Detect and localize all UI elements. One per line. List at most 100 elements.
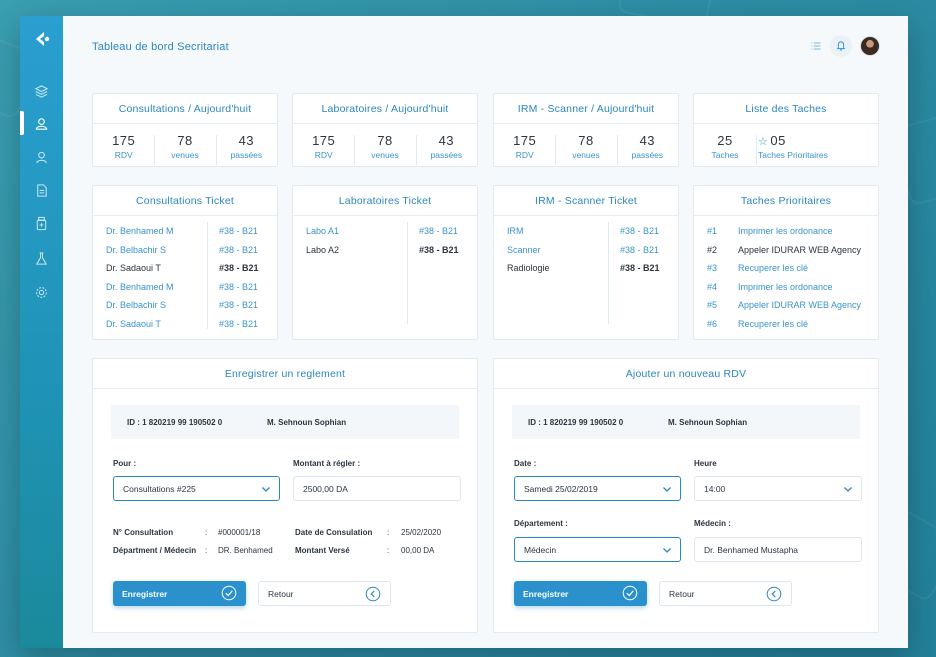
date-consultation-value: 25/02/2020 [401,528,442,537]
dept-label: Départment / Médecin [113,546,197,555]
card-title: Laboratoires / Aujourd'huit [293,94,477,124]
task-row[interactable]: #4 Imprimer les ordonance [694,278,878,297]
main-content: Tableau de bord Secritariat Consultation… [63,16,908,648]
ticket-row[interactable]: Radiologie #38 - B21 [494,259,678,278]
stat-passees: 43 passées [616,133,678,165]
summary-card-laboratoires: Laboratoires / Aujourd'huit 175 RDV 78 ven… [292,93,478,167]
dept-value: DR. Benhamed [218,546,273,555]
stat-passees: 43 passées [215,133,277,165]
heure-select[interactable]: 14:00 [694,476,862,501]
ticket-row[interactable]: Labo A2 #38 - B21 [293,241,477,260]
departement-select[interactable]: Médecin [514,537,681,562]
ticket-row[interactable]: Dr. Sadaoui T #38 - B21 [93,315,277,334]
card-title: IRM - Scanner Ticket [494,186,678,216]
logo-icon[interactable] [30,28,52,50]
document-icon[interactable] [20,177,63,203]
card-title: Consultations / Aujourd'huit [93,94,277,124]
card-title: Laboratoires Ticket [293,186,477,216]
stat-taches: 25 Taches [711,132,739,160]
consultations-ticket-card: Consultations Ticket Dr. Benhamed M #38 -… [92,185,278,340]
task-row[interactable]: #5 Appeler IDURAR WEB Agency [694,296,878,315]
consultation-no-label: N° Consultation [113,528,174,537]
montant-verse-label: Montant Versé [295,546,350,555]
patient-id: ID : 1 820219 99 190502 0 [127,417,223,427]
ticket-row[interactable]: IRM #38 - B21 [494,222,678,241]
user-icon[interactable] [20,144,63,170]
colon: : [387,528,390,537]
sidebar-item-users[interactable] [20,110,63,136]
patient-id: ID : 1 820219 99 190502 0 [528,417,624,427]
stat-passees: 43 passées [415,133,477,165]
list-icon[interactable] [808,38,824,54]
page-title: Tableau de bord Secritariat [92,41,229,53]
flask-icon[interactable] [20,245,63,271]
gear-icon[interactable] [20,279,63,305]
irm-scanner-ticket-card: IRM - Scanner Ticket IRM #38 - B21 Scanne… [493,185,679,340]
ticket-row[interactable]: Dr. Benhamed M #38 - B21 [93,278,277,297]
date-select[interactable]: Samedi 25/02/2019 [514,476,681,501]
task-row[interactable]: #1 Imprimer les ordonance [694,222,878,241]
stat-venues: 78 venues [354,133,415,165]
card-title: Consultations Ticket [93,186,277,216]
chevron-left-circle-icon [365,586,381,602]
pour-label: Pour : [113,459,137,468]
summary-card-taches: Liste des Taches 25 Taches ☆ 05 Taches Pri… [693,93,879,167]
back-button[interactable]: Retour [258,581,391,606]
montant-input[interactable]: 2500,00 DA [293,476,461,501]
patient-id-bar: ID : 1 820219 99 190502 0 M. Sehnoun Sop… [111,405,459,439]
patient-id-bar: ID : 1 820219 99 190502 0 M. Sehnoun Sop… [512,405,860,439]
avatar[interactable] [860,36,880,56]
back-button[interactable]: Retour [659,581,792,606]
laboratoires-ticket-card: Laboratoires Ticket Labo A1 #38 - B21 Lab… [292,185,478,340]
save-button[interactable]: Enregistrer [113,581,246,606]
montant-verse-value: 00,00 DA [401,546,435,555]
card-title: IRM - Scanner / Aujourd'huit [494,94,678,124]
chevron-down-icon [663,548,671,553]
stat-rdv: 175 RDV [513,132,537,160]
save-button[interactable]: Enregistrer [514,581,647,606]
stat-rdv: 175 RDV [312,132,336,160]
patient-name: M. Sehnoun Sophian [668,417,748,427]
users-icon [34,116,49,131]
pour-select[interactable]: Consultations #225 [113,476,280,501]
app-window: Tableau de bord Secritariat Consultation… [20,16,908,648]
star-icon: ☆ [758,135,769,148]
heure-label: Heure [694,459,717,468]
medecin-input[interactable]: Dr. Benhamed Mustapha [694,537,862,562]
ticket-row[interactable]: Dr. Sadaoui T #38 - B21 [93,259,277,278]
summary-card-consultations: Consultations / Aujourd'huit 175 RDV 78 ve… [92,93,278,167]
chevron-down-icon [844,487,852,492]
priority-tasks-card: Taches Prioritaires #1 Imprimer les ordon… [693,185,879,340]
colon: : [387,546,390,555]
card-title: Liste des Taches [694,94,878,124]
bottle-icon[interactable] [20,210,63,236]
reglement-form: Enregistrer un reglement ID : 1 820219 9… [92,358,478,633]
ticket-row[interactable]: Scanner #38 - B21 [494,241,678,260]
task-row[interactable]: #6 Recuperer les clé [694,315,878,334]
stat-venues: 78 venues [154,133,215,165]
ticket-row[interactable]: Dr. Belbachir S #38 - B21 [93,296,277,315]
medecin-label: Médecin : [694,519,731,528]
colon: : [205,546,208,555]
patient-name: M. Sehnoun Sophian [267,417,347,427]
stat-rdv: 175 RDV [112,132,136,160]
card-title: Ajouter un nouveau RDV [494,359,878,389]
task-row[interactable]: #3 Recuperer les clé [694,259,878,278]
consultation-no-value: #000001/18 [218,528,261,537]
stat-venues: 78 venues [555,133,616,165]
sidebar [20,16,63,648]
check-circle-icon [622,585,638,601]
ticket-row[interactable]: Dr. Benhamed M #38 - B21 [93,222,277,241]
chevron-down-icon [262,487,270,492]
bell-icon[interactable] [830,35,852,57]
ticket-row[interactable]: Labo A1 #38 - B21 [293,222,477,241]
ticket-row[interactable]: Dr. Belbachir S #38 - B21 [93,241,277,260]
task-row[interactable]: #2 Appeler IDURAR WEB Agency [694,241,878,260]
card-title: Taches Prioritaires [694,186,878,216]
date-consultation-label: Date de Consulation [295,528,373,537]
layers-icon[interactable] [20,78,63,104]
rdv-form: Ajouter un nouveau RDV ID : 1 820219 99 … [493,358,879,633]
check-circle-icon [221,585,237,601]
summary-card-irm-scanner: IRM - Scanner / Aujourd'huit 175 RDV 78 ve… [493,93,679,167]
departement-label: Département : [514,519,568,528]
